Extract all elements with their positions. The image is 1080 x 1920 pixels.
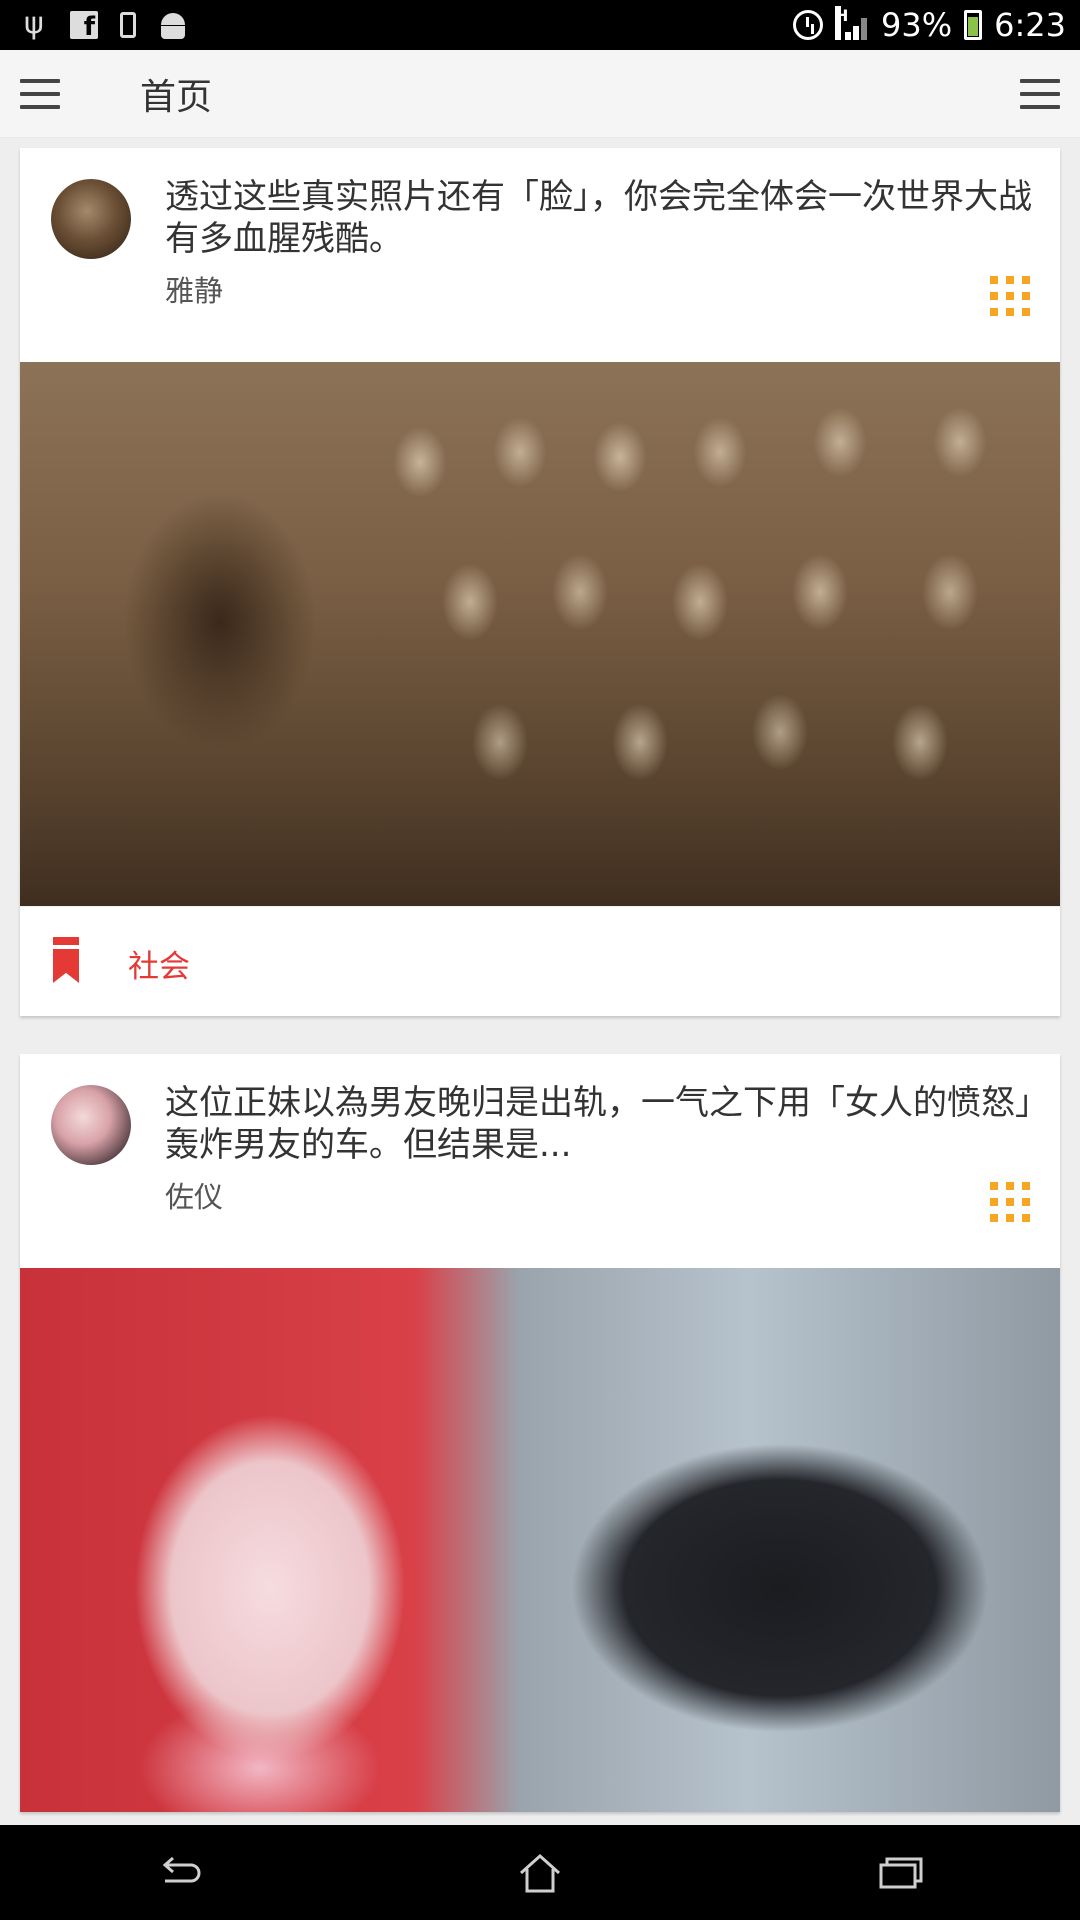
facebook-icon: f <box>70 11 98 39</box>
status-left-icons: f <box>22 6 188 41</box>
alarm-icon <box>793 10 824 40</box>
hamburger-menu-icon[interactable] <box>20 78 60 109</box>
status-right-icons: H 93% 6:23 <box>793 6 1066 44</box>
article-image[interactable] <box>20 362 1060 906</box>
hamburger-menu-icon[interactable] <box>1020 78 1060 109</box>
clock-time: 6:23 <box>994 6 1066 44</box>
avatar[interactable] <box>51 1085 131 1165</box>
signal-icon: H <box>835 6 869 40</box>
home-icon[interactable] <box>510 1848 570 1898</box>
article-card[interactable]: 这位正妹以為男友晚归是出轨，一气之下用「女人的愤怒」轰炸男友的车。但结果是...… <box>20 1054 1060 1812</box>
article-title[interactable]: 透过这些真实照片还有「脸」，你会完全体会一次世界大战有多血腥残酷。 <box>165 176 1040 260</box>
article-image[interactable] <box>20 1268 1060 1812</box>
article-author: 佐仪 <box>165 1180 224 1214</box>
bookmark-icon[interactable] <box>53 937 79 983</box>
app-bar: 首页 <box>0 50 1080 138</box>
recent-apps-icon[interactable] <box>870 1848 930 1898</box>
grid-menu-icon[interactable] <box>990 1182 1030 1222</box>
avatar[interactable] <box>51 179 131 259</box>
category-tag[interactable]: 社会 <box>128 941 190 986</box>
phone-icon <box>120 12 136 38</box>
usb-icon <box>22 6 48 41</box>
article-feed: 透过这些真实照片还有「脸」，你会完全体会一次世界大战有多血腥残酷。 雅静 社会 … <box>20 148 1060 1850</box>
battery-percent: 93% <box>881 6 953 44</box>
grid-menu-icon[interactable] <box>990 276 1030 316</box>
article-author: 雅静 <box>165 274 224 308</box>
article-title[interactable]: 这位正妹以為男友晚归是出轨，一气之下用「女人的愤怒」轰炸男友的车。但结果是... <box>165 1082 1040 1166</box>
back-icon[interactable] <box>150 1848 210 1898</box>
card-header: 这位正妹以為男友晚归是出轨，一气之下用「女人的愤怒」轰炸男友的车。但结果是...… <box>20 1054 1060 1268</box>
status-bar: f H 93% 6:23 <box>0 0 1080 50</box>
page-title: 首页 <box>140 76 213 118</box>
android-icon <box>158 11 188 39</box>
card-footer: 社会 <box>20 906 1060 1016</box>
article-card[interactable]: 透过这些真实照片还有「脸」，你会完全体会一次世界大战有多血腥残酷。 雅静 社会 <box>20 148 1060 1016</box>
battery-icon <box>964 10 983 40</box>
system-nav-bar <box>0 1825 1080 1920</box>
card-header: 透过这些真实照片还有「脸」，你会完全体会一次世界大战有多血腥残酷。 雅静 <box>20 148 1060 362</box>
